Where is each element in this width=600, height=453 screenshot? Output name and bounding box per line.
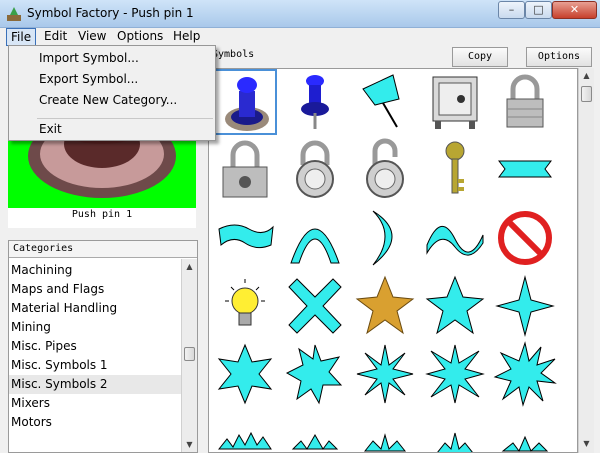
categories-header: Categories: [9, 241, 197, 258]
scroll-up-icon[interactable]: ▲: [579, 68, 594, 83]
menu-options[interactable]: Options: [113, 28, 167, 46]
menu-edit[interactable]: Edit: [40, 28, 71, 46]
scroll-down-icon[interactable]: ▼: [182, 437, 197, 452]
file-menu-dropdown: Import Symbol... Export Symbol... Create…: [8, 45, 216, 141]
scroll-down-icon[interactable]: ▼: [579, 436, 594, 451]
flag-banner-icon[interactable]: [213, 205, 277, 271]
wave-icon[interactable]: [423, 205, 487, 271]
maximize-button[interactable]: □: [525, 1, 552, 19]
combination-lock-icon[interactable]: [283, 137, 347, 203]
no-symbol-icon[interactable]: [493, 205, 557, 271]
five-point-star-icon[interactable]: [423, 273, 487, 339]
menu-bar: File Edit View Options Help: [0, 28, 600, 46]
options-button[interactable]: Options: [526, 47, 592, 67]
key-icon[interactable]: [423, 137, 487, 203]
symbol-grid: [208, 68, 578, 453]
category-item[interactable]: Motors: [9, 413, 181, 432]
arch-icon[interactable]: [283, 205, 347, 271]
burst-star-icon[interactable]: [423, 341, 487, 407]
categories-scroll-thumb[interactable]: [184, 347, 195, 361]
menu-file[interactable]: File: [6, 28, 37, 46]
menu-separator: [37, 118, 213, 119]
preview-label: Push pin 1: [8, 208, 196, 228]
symbols-panel: Symbols Copy Options ▲ ▼: [204, 46, 600, 453]
thumbtack-icon[interactable]: [353, 69, 417, 135]
category-item[interactable]: Maps and Flags: [9, 280, 181, 299]
partial-burst-icon[interactable]: [353, 409, 417, 452]
padlock-keyed-icon[interactable]: [213, 137, 277, 203]
banner-ribbon-icon[interactable]: [493, 137, 557, 203]
category-item[interactable]: Machining: [9, 261, 181, 280]
gold-star-icon[interactable]: [353, 273, 417, 339]
scroll-up-icon[interactable]: ▲: [182, 259, 197, 274]
partial-burst-icon[interactable]: [423, 409, 487, 452]
categories-panel: Categories Machining Maps and Flags Mate…: [8, 240, 198, 453]
category-item[interactable]: Misc. Pipes: [9, 337, 181, 356]
four-point-star-icon[interactable]: [493, 273, 557, 339]
menu-item-create-category[interactable]: Create New Category...: [39, 93, 177, 107]
light-bulb-icon[interactable]: [213, 273, 277, 339]
menu-item-export-symbol[interactable]: Export Symbol...: [39, 72, 138, 86]
category-item[interactable]: Mining: [9, 318, 181, 337]
category-item[interactable]: Mixers: [9, 394, 181, 413]
app-icon: [7, 7, 21, 21]
menu-help[interactable]: Help: [169, 28, 204, 46]
partial-burst-icon[interactable]: [493, 409, 557, 452]
push-pin-2-icon[interactable]: [283, 69, 347, 135]
category-item-selected[interactable]: Misc. Symbols 2: [9, 375, 181, 394]
symbols-scroll-thumb[interactable]: [581, 86, 592, 102]
safe-icon[interactable]: [423, 69, 487, 135]
title-bar: Symbol Factory - Push pin 1 – □ ✕: [0, 0, 600, 28]
push-pin-1-icon[interactable]: [213, 69, 277, 135]
categories-list: Machining Maps and Flags Material Handli…: [9, 261, 181, 432]
x-cross-icon[interactable]: [283, 273, 347, 339]
window-title: Symbol Factory - Push pin 1: [27, 6, 194, 20]
partial-burst-icon[interactable]: [213, 409, 277, 452]
copy-button[interactable]: Copy: [452, 47, 508, 67]
category-item[interactable]: Misc. Symbols 1: [9, 356, 181, 375]
padlock-icon[interactable]: [493, 69, 557, 135]
categories-scrollbar[interactable]: ▲ ▼: [181, 259, 197, 452]
menu-view[interactable]: View: [74, 28, 110, 46]
menu-item-import-symbol[interactable]: Import Symbol...: [39, 51, 139, 65]
minimize-button[interactable]: –: [498, 1, 525, 19]
combination-lock-open-icon[interactable]: [353, 137, 417, 203]
partial-burst-icon[interactable]: [283, 409, 347, 452]
eight-point-star-icon[interactable]: [353, 341, 417, 407]
symbols-header: Symbols: [212, 49, 255, 60]
category-item[interactable]: Material Handling: [9, 299, 181, 318]
menu-item-exit[interactable]: Exit: [39, 122, 62, 136]
symbols-scrollbar[interactable]: ▲ ▼: [578, 68, 594, 453]
seven-point-star-icon[interactable]: [283, 341, 347, 407]
explosion-burst-icon[interactable]: [493, 341, 557, 407]
six-point-star-icon[interactable]: [213, 341, 277, 407]
crescent-icon[interactable]: [353, 205, 417, 271]
close-button[interactable]: ✕: [552, 1, 597, 19]
